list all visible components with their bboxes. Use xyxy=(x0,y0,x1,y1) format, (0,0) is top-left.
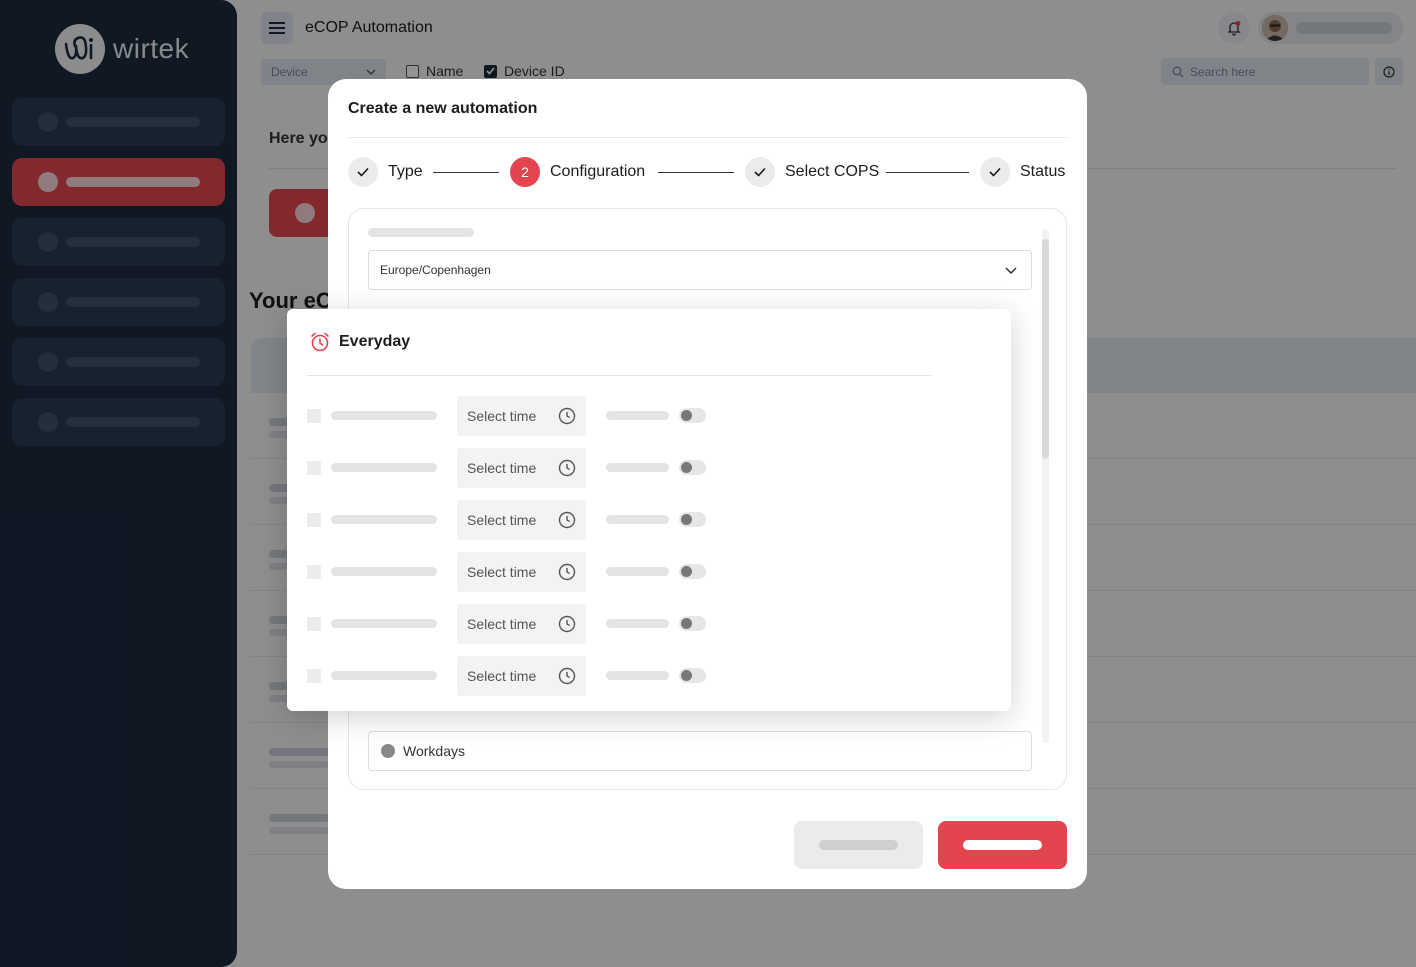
field-label-placeholder xyxy=(368,228,474,237)
button-label-placeholder xyxy=(963,840,1042,850)
clock-icon xyxy=(558,407,576,425)
row-checkbox[interactable] xyxy=(307,565,321,579)
step-label: Configuration xyxy=(550,163,646,180)
scrollbar-thumb[interactable] xyxy=(1042,239,1049,459)
row-label-placeholder xyxy=(606,567,669,576)
modal-divider xyxy=(348,137,1067,138)
row-label-placeholder xyxy=(331,515,437,524)
row-label-placeholder xyxy=(606,463,669,472)
next-button[interactable] xyxy=(938,821,1067,869)
row-label-placeholder xyxy=(606,515,669,524)
step-label: Status xyxy=(1020,163,1066,180)
row-label-placeholder xyxy=(331,619,437,628)
row-label-placeholder xyxy=(606,671,669,680)
toggle-knob xyxy=(681,566,692,577)
step-current-circle: 2 xyxy=(510,157,540,187)
everyday-schedule-panel: Everyday Select time Select time Select … xyxy=(287,309,1011,711)
step-label: Type xyxy=(388,163,423,180)
toggle-switch[interactable] xyxy=(679,668,706,683)
step-configuration[interactable]: 2 Configuration xyxy=(510,157,645,187)
step-connector xyxy=(658,172,734,173)
back-button[interactable] xyxy=(794,821,923,869)
time-row: Select time xyxy=(307,500,727,540)
step-connector xyxy=(886,172,969,173)
toggle-switch[interactable] xyxy=(679,616,706,631)
row-label-placeholder xyxy=(606,619,669,628)
everyday-title: Everyday xyxy=(339,333,411,350)
step-done-circle xyxy=(980,157,1010,187)
step-done-circle xyxy=(348,157,378,187)
toggle-knob xyxy=(681,670,692,681)
time-row: Select time xyxy=(307,396,727,436)
toggle-knob xyxy=(681,618,692,629)
toggle-knob xyxy=(681,410,692,421)
time-picker[interactable]: Select time xyxy=(457,552,586,592)
time-picker-value: Select time xyxy=(467,512,537,528)
row-checkbox[interactable] xyxy=(307,669,321,683)
row-checkbox[interactable] xyxy=(307,617,321,631)
toggle-switch[interactable] xyxy=(679,564,706,579)
timezone-select[interactable]: Europe/Copenhagen xyxy=(368,250,1032,290)
step-label: Select COPS xyxy=(785,163,880,180)
modal-title: Create a new automation xyxy=(348,100,538,117)
clock-icon xyxy=(558,563,576,581)
row-label-placeholder xyxy=(606,411,669,420)
toggle-switch[interactable] xyxy=(679,512,706,527)
time-picker-value: Select time xyxy=(467,616,537,632)
radio-icon xyxy=(381,744,395,758)
row-label-placeholder xyxy=(331,671,437,680)
toggle-knob xyxy=(681,514,692,525)
clock-icon xyxy=(558,511,576,529)
step-done-circle xyxy=(745,157,775,187)
row-checkbox[interactable] xyxy=(307,409,321,423)
time-row: Select time xyxy=(307,448,727,488)
workdays-label: Workdays xyxy=(403,743,465,759)
time-row: Select time xyxy=(307,656,727,696)
time-picker-value: Select time xyxy=(467,408,537,424)
time-picker[interactable]: Select time xyxy=(457,656,586,696)
popup-divider xyxy=(307,375,931,376)
clock-icon xyxy=(558,667,576,685)
scrollbar[interactable] xyxy=(1042,229,1049,743)
step-connector xyxy=(433,172,499,173)
time-picker[interactable]: Select time xyxy=(457,500,586,540)
time-picker-value: Select time xyxy=(467,564,537,580)
time-row: Select time xyxy=(307,552,727,592)
clock-icon xyxy=(558,459,576,477)
toggle-switch[interactable] xyxy=(679,408,706,423)
time-picker[interactable]: Select time xyxy=(457,396,586,436)
chevron-down-icon xyxy=(1005,266,1017,274)
step-status[interactable]: Status xyxy=(980,157,1065,187)
workdays-option[interactable]: Workdays xyxy=(368,731,1032,771)
row-checkbox[interactable] xyxy=(307,513,321,527)
time-picker[interactable]: Select time xyxy=(457,604,586,644)
row-checkbox[interactable] xyxy=(307,461,321,475)
time-picker-value: Select time xyxy=(467,668,537,684)
step-select-cops[interactable]: Select COPS xyxy=(745,157,879,187)
timezone-value: Europe/Copenhagen xyxy=(380,263,491,277)
step-type[interactable]: Type xyxy=(348,157,423,187)
time-row: Select time xyxy=(307,604,727,644)
clock-icon xyxy=(558,615,576,633)
toggle-switch[interactable] xyxy=(679,460,706,475)
row-label-placeholder xyxy=(331,411,437,420)
row-label-placeholder xyxy=(331,567,437,576)
row-label-placeholder xyxy=(331,463,437,472)
button-label-placeholder xyxy=(819,840,898,850)
everyday-header: Everyday xyxy=(309,331,410,353)
check-icon xyxy=(357,167,369,177)
check-icon xyxy=(989,167,1001,177)
check-icon xyxy=(754,167,766,177)
toggle-knob xyxy=(681,462,692,473)
alarm-clock-icon xyxy=(311,332,329,352)
time-picker[interactable]: Select time xyxy=(457,448,586,488)
time-picker-value: Select time xyxy=(467,460,537,476)
